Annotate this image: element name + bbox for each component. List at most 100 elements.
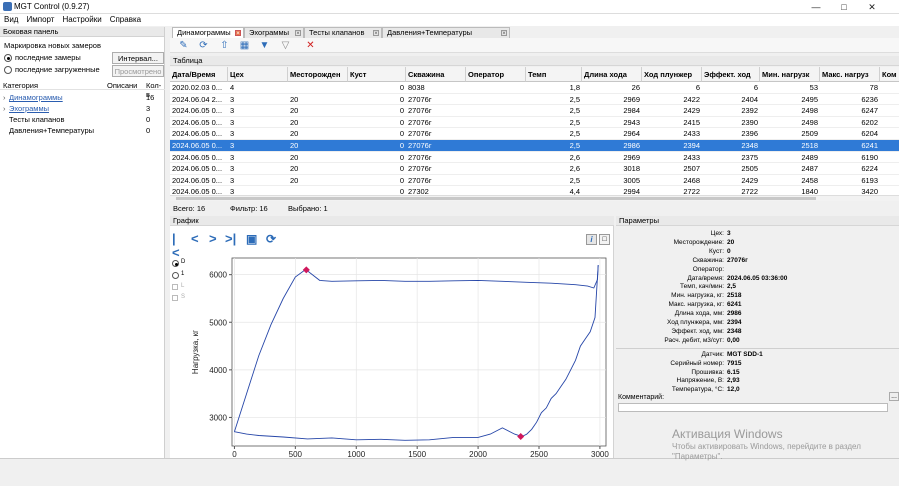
restore-icon[interactable]: □: [599, 234, 610, 245]
table-row[interactable]: 2024.06.04 2... 3 20 0 27076г 2,5 2969 2422 2404…: [170, 94, 899, 106]
tab-pressure-temperature[interactable]: Давления+Температуры ×: [382, 27, 510, 38]
table-cell: 2375: [741, 152, 758, 162]
viewed-button[interactable]: Просмотрено: [112, 65, 164, 77]
table-cell: 8038: [408, 83, 425, 92]
table-cell: 2495: [801, 94, 818, 104]
category-pressure-temperature[interactable]: Давления+Температуры 0: [0, 126, 165, 135]
table-row[interactable]: 2024.06.05 0... 3 20 0 27076г 2,5 2964 2433 2396…: [170, 128, 899, 140]
table-cell: 2024.06.05 0...: [172, 152, 223, 162]
tab-close-icon[interactable]: ×: [373, 30, 379, 37]
history-icon[interactable]: ⟳: [266, 232, 276, 246]
column-header[interactable]: Оператор: [466, 67, 526, 82]
column-header[interactable]: Цех: [228, 67, 288, 82]
columns-icon[interactable]: ▦: [239, 40, 250, 51]
comment-button[interactable]: ...: [889, 392, 899, 401]
close-icon[interactable]: ✕: [861, 1, 883, 13]
tab-valve-tests[interactable]: Тесты клапанов ×: [304, 27, 382, 38]
param-row: Прошивка: 6.15: [616, 369, 898, 377]
param-key: Эффект. ход, мм:: [671, 327, 724, 335]
column-header[interactable]: Мин. нагрузк: [760, 67, 820, 82]
tab-close-icon[interactable]: ×: [235, 30, 241, 37]
filter-icon[interactable]: ▼: [259, 40, 270, 51]
tab-label: Эхограммы: [249, 28, 290, 37]
param-key: Темп, кач/мин:: [680, 283, 724, 291]
table-row[interactable]: 2024.06.05 0... 3 20 0 27076г 2,5 2984 2429 2392…: [170, 105, 899, 117]
expand-arrow-icon[interactable]: ›: [3, 104, 6, 113]
column-header[interactable]: Скважина: [406, 67, 466, 82]
category-label[interactable]: Эхограммы: [9, 104, 49, 113]
menu-import[interactable]: Импорт: [22, 14, 58, 26]
table-cell: 2024.06.05 0...: [172, 175, 223, 185]
horizontal-scrollbar[interactable]: [170, 195, 899, 201]
column-header[interactable]: Ход плунжер: [642, 67, 702, 82]
column-header[interactable]: Дата/Время: [170, 67, 228, 82]
category-label[interactable]: Тесты клапанов: [9, 115, 64, 124]
menu-help[interactable]: Справка: [106, 14, 145, 26]
info-icon[interactable]: i: [586, 234, 597, 245]
filter-clear-icon[interactable]: ▽: [280, 40, 291, 51]
table-row[interactable]: 2024.06.05 0... 3 20 0 27076г 2,5 2943 2415 2390…: [170, 117, 899, 129]
edit-icon[interactable]: ✎: [178, 40, 189, 51]
table-cell: 2,5: [569, 175, 580, 185]
category-valve-tests[interactable]: Тесты клапанов 0: [0, 115, 165, 124]
tab-close-icon[interactable]: ×: [501, 30, 507, 37]
table-cell: 6202: [861, 117, 878, 127]
category-echograms[interactable]: › Эхограммы 3: [0, 104, 165, 113]
column-header[interactable]: Куст: [348, 67, 406, 82]
table-row[interactable]: 2020.02.03 0... 4 0 8038 1,8 26 6 6 53 78: [170, 82, 899, 94]
status-total: Всего: 16: [173, 204, 206, 213]
tab-dynamograms[interactable]: Динамограммы ×: [172, 27, 244, 38]
column-header[interactable]: Ком: [880, 67, 899, 82]
scrollbar-thumb[interactable]: [176, 197, 816, 200]
tab-close-icon[interactable]: ×: [295, 30, 301, 37]
column-header[interactable]: Макс. нагруз: [820, 67, 880, 82]
column-header[interactable]: Эффект. ход: [702, 67, 760, 82]
next-icon[interactable]: >: [209, 232, 217, 246]
table-cell: 0: [399, 175, 404, 185]
dynamogram-chart[interactable]: 0 500 1000 1500 2000 2500 3000 3000 4000 5000 6000…: [170, 250, 614, 458]
table-cell: 2024.06.05 0...: [172, 129, 223, 139]
last-icon[interactable]: >|: [225, 232, 236, 246]
table-cell: 3: [230, 106, 235, 116]
prev-icon[interactable]: <: [191, 232, 199, 246]
table-cell: 2396: [741, 129, 758, 139]
table-cell: [466, 117, 526, 128]
expand-arrow-icon[interactable]: ›: [3, 93, 6, 102]
y-tick-label: 4000: [209, 366, 227, 375]
category-label[interactable]: Давления+Температуры: [9, 126, 94, 135]
radio-last-measurements[interactable]: [4, 54, 12, 62]
table-row[interactable]: 2024.06.05 0... 3 20 0 27076г 2,6 2969 2433 2375…: [170, 152, 899, 164]
param-row: Напряжение, В: 2,93: [616, 377, 898, 385]
interval-button[interactable]: Интервал...: [112, 52, 164, 64]
table-cell: 6241: [861, 141, 878, 150]
radio-last-loaded[interactable]: [4, 66, 12, 74]
column-header[interactable]: Длина хода: [582, 67, 642, 82]
delete-icon[interactable]: ✕: [305, 40, 316, 51]
table-cell: 27076г: [408, 164, 432, 174]
category-label[interactable]: Динамограммы: [9, 93, 63, 102]
param-row: Скважина: 27076г: [616, 257, 898, 265]
fit-icon[interactable]: ▣: [246, 232, 257, 246]
table-cell: 20: [290, 141, 299, 150]
tab-echograms[interactable]: Эхограммы ×: [244, 27, 304, 38]
minimize-icon[interactable]: —: [805, 1, 827, 13]
menu-settings[interactable]: Настройки: [58, 14, 105, 26]
column-header[interactable]: Месторожден: [288, 67, 348, 82]
table-row[interactable]: 2024.06.05 0... 3 20 0 27076г 2,5 3005 2468 2429…: [170, 175, 899, 187]
bottom-area: [0, 458, 899, 486]
table-row[interactable]: 2024.06.05 0... 3 20 0 27076г 2,6 3018 2507 2505…: [170, 163, 899, 175]
col-description: Описани: [107, 81, 138, 90]
param-value: 2024.06.05 03:36:00: [727, 274, 788, 282]
menu-view[interactable]: Вид: [0, 14, 22, 26]
maximize-icon[interactable]: □: [833, 1, 855, 13]
export-icon[interactable]: ⇧: [219, 40, 230, 51]
comment-input[interactable]: [618, 403, 888, 412]
param-key: Серийный номер:: [670, 359, 724, 367]
column-header[interactable]: Темп: [526, 67, 582, 82]
status-bar: Всего: 16 Фильтр: 16 Выбрано: 1: [170, 203, 899, 214]
param-key: Температура, °С:: [671, 386, 724, 394]
refresh-icon[interactable]: ⟳: [198, 40, 209, 51]
category-dynamograms[interactable]: › Динамограммы 16: [0, 93, 165, 102]
table-row[interactable]: 2024.06.05 0... 3 20 0 27076г 2,5 2986 2394 2348…: [170, 140, 899, 152]
table-cell: 27076г: [408, 175, 432, 185]
